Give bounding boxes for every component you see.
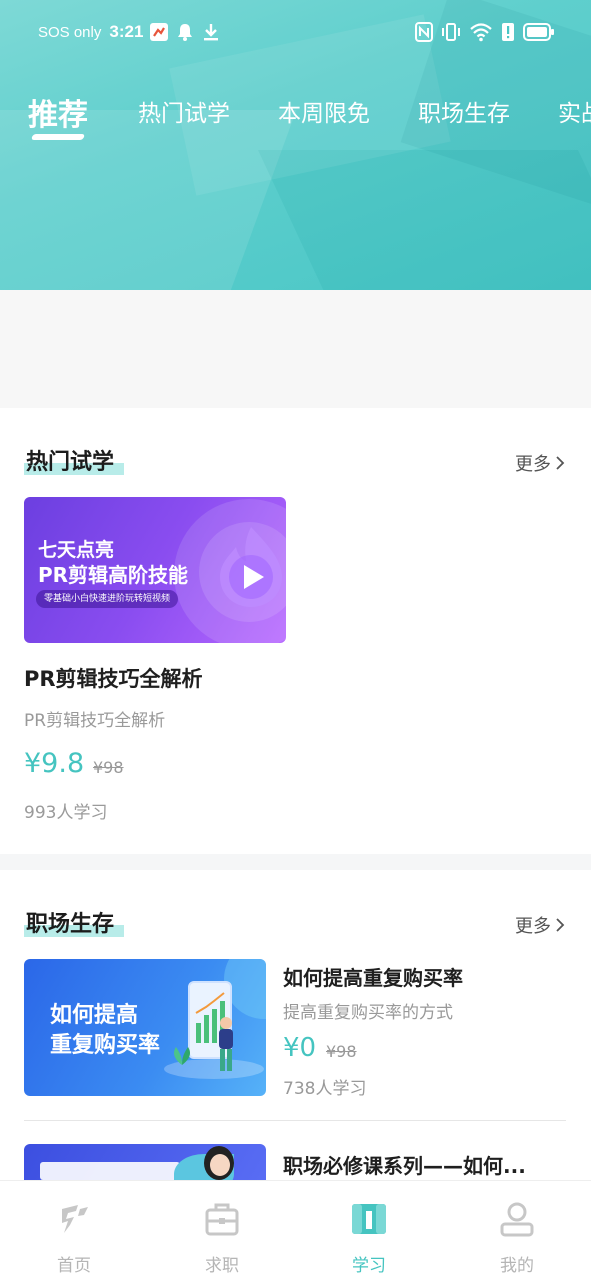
learner-count: 738人学习 <box>283 1079 367 1099</box>
app-notification-icon <box>150 23 169 41</box>
nav-study[interactable]: 学习 <box>319 1199 419 1276</box>
clock: 3:21 <box>109 22 144 41</box>
section-workplace: 职场生存 更多 如何提高 重复购买率 如何提高重复购买率 提高重复购买率的方式 … <box>0 870 591 1204</box>
user-icon <box>500 1202 534 1237</box>
wifi-icon <box>470 23 492 42</box>
status-bar: SOS only 3:21 <box>0 16 591 50</box>
thumbnail-headline: PR剪辑高阶技能 <box>38 563 189 587</box>
course-title[interactable]: 如何提高重复购买率 <box>283 962 463 991</box>
chevron-right-icon <box>556 456 565 470</box>
person-illustration <box>219 1017 233 1071</box>
bell-icon <box>178 24 193 41</box>
more-label: 更多 <box>515 454 551 475</box>
tab-recommend[interactable]: 推荐 <box>28 90 88 134</box>
divider <box>24 1120 566 1121</box>
course-subtitle: 提高重复购买率的方式 <box>283 1003 453 1023</box>
more-link[interactable]: 更多 <box>515 450 565 476</box>
thumbnail-headline: 七天点亮 <box>38 539 115 561</box>
course-price: ¥9.8 <box>24 748 85 779</box>
course-subtitle: PR剪辑技巧全解析 <box>24 711 166 731</box>
nav-label: 学习 <box>352 1256 386 1276</box>
header-banner: SOS only 3:21 推荐 热门试学 本周限免 职场生存 实 <box>0 0 591 290</box>
more-link[interactable]: 更多 <box>515 912 565 938</box>
course-title[interactable]: PR剪辑技巧全解析 <box>24 663 203 693</box>
briefcase-icon <box>205 1203 239 1236</box>
course-thumbnail[interactable]: 七天点亮 PR剪辑高阶技能 零基础小白快速进阶玩转短视频 <box>24 497 286 643</box>
thumbnail-headline: 如何提高 <box>50 1003 139 1028</box>
section-title: 热门试学 <box>26 450 115 475</box>
section-hot-trial: 热门试学 更多 七天点亮 PR剪辑高阶技能 零基础小白快速进阶玩转短视频 PR剪… <box>0 408 591 854</box>
nav-mine[interactable]: 我的 <box>467 1199 567 1276</box>
nav-label: 首页 <box>57 1256 91 1276</box>
tab-practical[interactable]: 实战 <box>558 94 591 128</box>
tab-hot-trial[interactable]: 热门试学 <box>138 94 230 128</box>
banner-placeholder <box>0 290 591 408</box>
download-icon <box>204 24 219 41</box>
battery-icon <box>523 23 554 41</box>
person-face <box>210 1154 230 1176</box>
course-price: ¥0 <box>283 1033 317 1063</box>
nav-label: 求职 <box>205 1256 239 1276</box>
vibrate-icon <box>442 23 460 41</box>
original-price: ¥98 <box>93 758 124 777</box>
decor-window <box>40 1162 180 1180</box>
book-icon <box>352 1204 386 1234</box>
tab-weekly-free[interactable]: 本周限免 <box>278 94 370 128</box>
bottom-navigation: 首页 求职 学习 我的 <box>0 1180 591 1280</box>
more-label: 更多 <box>515 916 551 937</box>
active-tab-indicator <box>30 134 86 140</box>
tab-workplace[interactable]: 职场生存 <box>418 94 510 128</box>
home-icon <box>62 1205 88 1233</box>
nav-jobs[interactable]: 求职 <box>172 1199 272 1276</box>
chevron-right-icon <box>556 918 565 932</box>
nav-label: 我的 <box>500 1256 534 1276</box>
thumbnail-tag: 零基础小白快速进阶玩转短视频 <box>36 590 179 608</box>
nav-home[interactable]: 首页 <box>24 1199 124 1276</box>
course-title[interactable]: 职场必修课系列——如何... <box>283 1150 526 1179</box>
learner-count: 993人学习 <box>24 803 108 823</box>
carrier-text: SOS only <box>38 23 102 41</box>
nfc-icon <box>415 22 433 42</box>
alert-icon <box>502 23 514 41</box>
section-title: 职场生存 <box>26 912 115 937</box>
original-price: ¥98 <box>326 1042 357 1061</box>
play-icon <box>220 527 282 607</box>
thumbnail-headline: 重复购买率 <box>50 1033 161 1058</box>
category-tabs: 推荐 热门试学 本周限免 职场生存 实战 <box>0 88 591 148</box>
course-thumbnail[interactable]: 如何提高 重复购买率 <box>24 959 266 1096</box>
plant-icon <box>174 1047 190 1065</box>
